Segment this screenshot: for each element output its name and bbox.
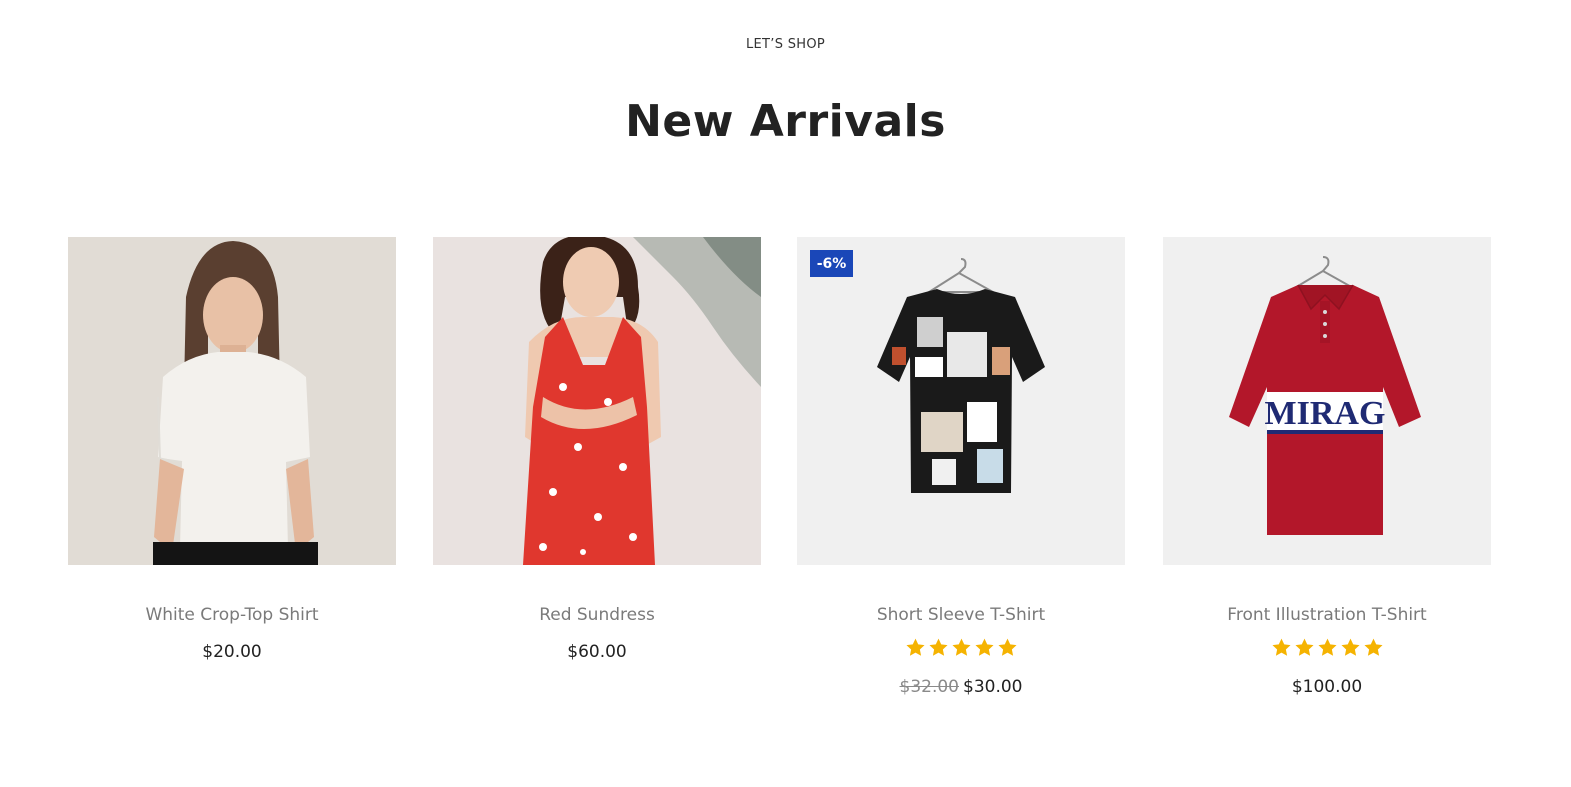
- product-name[interactable]: Front Illustration T-Shirt: [1163, 605, 1491, 625]
- current-price: $20.00: [202, 642, 262, 662]
- star-icon: [1271, 638, 1291, 656]
- product-name[interactable]: White Crop-Top Shirt: [68, 605, 396, 625]
- product-price: $60.00: [433, 642, 761, 662]
- star-icon: [951, 638, 971, 656]
- product-photo: [433, 237, 761, 565]
- star-icon: [1317, 638, 1337, 656]
- product-image-link[interactable]: -6%: [797, 237, 1125, 565]
- product-price: $20.00: [68, 642, 396, 662]
- rating-stars: [1163, 637, 1491, 661]
- current-price: $30.00: [963, 677, 1023, 697]
- rating-stars: [797, 637, 1125, 661]
- section-kicker: LET’S SHOP: [745, 37, 825, 52]
- star-icon: [928, 638, 948, 656]
- star-icon: [1340, 638, 1360, 656]
- shirt-print-text: MIRAG: [1265, 395, 1386, 432]
- star-icon: [997, 638, 1017, 656]
- current-price: $100.00: [1291, 677, 1363, 697]
- product-price: $32.00 $30.00: [797, 677, 1125, 697]
- discount-badge: -6%: [810, 250, 853, 277]
- star-icon: [974, 638, 994, 656]
- section-title: New Arrivals: [625, 96, 946, 147]
- star-icon: [1294, 638, 1314, 656]
- product-photo: [68, 237, 396, 565]
- product-image-link[interactable]: MIRAG: [1163, 237, 1491, 565]
- current-price: $60.00: [567, 642, 627, 662]
- product-card: White Crop-Top Shirt $20.00: [68, 237, 396, 717]
- product-image-link[interactable]: [68, 237, 396, 565]
- product-image-link[interactable]: [433, 237, 761, 565]
- star-icon: [905, 638, 925, 656]
- product-card: -6% Short Sleeve T-Shirt $32.00 $30.00: [797, 237, 1125, 717]
- product-photo: MIRAG: [1163, 237, 1491, 565]
- product-price: $100.00: [1163, 677, 1491, 697]
- product-photo: [797, 237, 1125, 565]
- product-card: MIRAG Front Illustration T-Shirt $100.00: [1163, 237, 1491, 717]
- product-name[interactable]: Red Sundress: [433, 605, 761, 625]
- product-card: Red Sundress $60.00: [433, 237, 761, 717]
- original-price: $32.00: [899, 677, 959, 697]
- product-name[interactable]: Short Sleeve T-Shirt: [797, 605, 1125, 625]
- star-icon: [1363, 638, 1383, 656]
